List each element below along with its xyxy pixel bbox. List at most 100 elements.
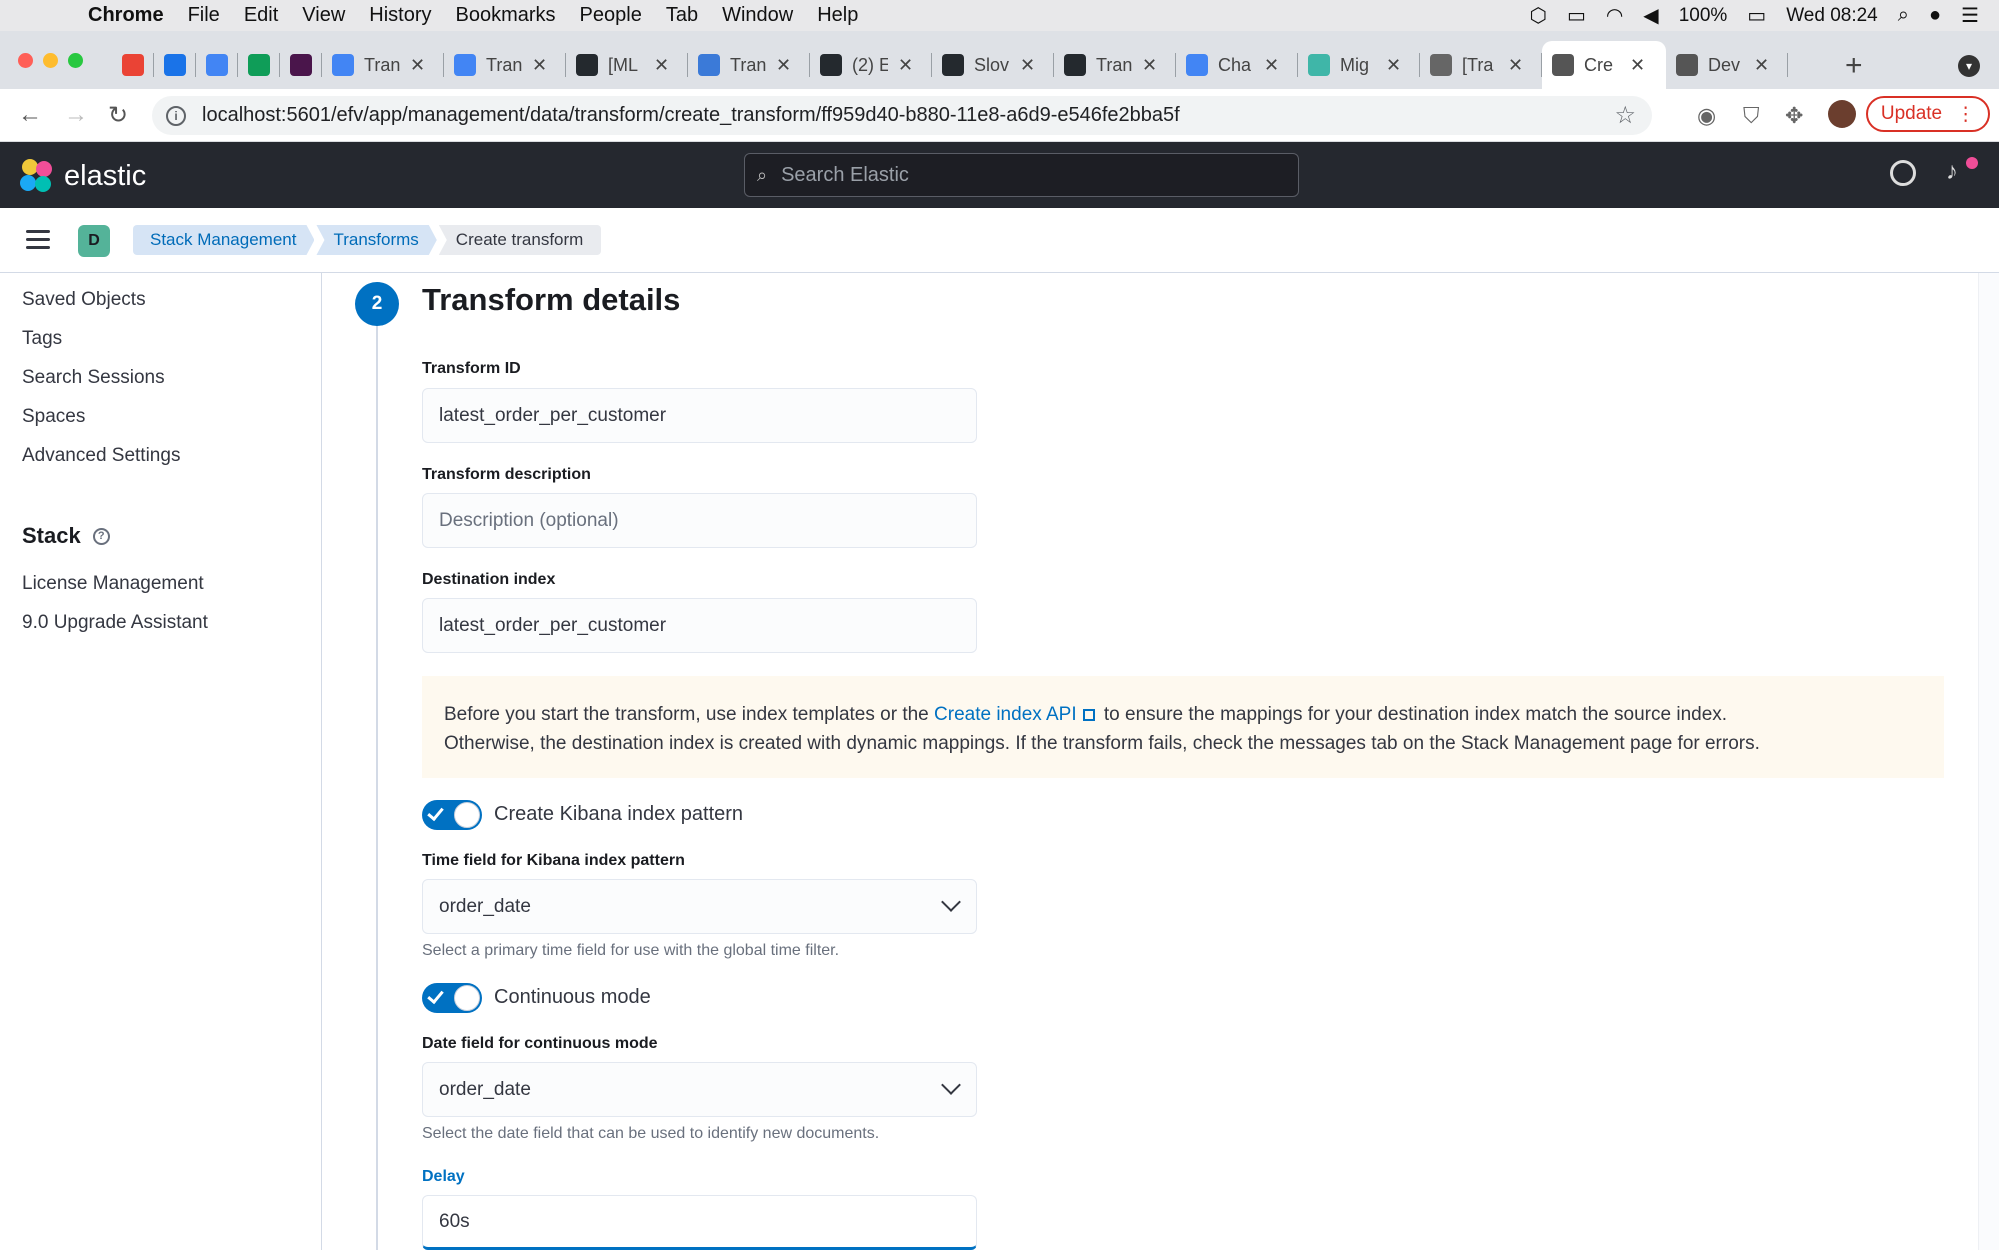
close-window-icon[interactable]	[18, 53, 33, 68]
search-icon: ⌕	[757, 164, 768, 185]
continuous-mode-switch[interactable]	[422, 983, 482, 1013]
clock[interactable]: Wed 08:24	[1786, 5, 1878, 27]
bookmark-star-icon[interactable]: ☆	[1614, 101, 1636, 130]
close-tab-icon[interactable]: ✕	[898, 55, 913, 76]
browser-tab[interactable]: Mig ✕	[1298, 41, 1420, 89]
browser-tab[interactable]: Cre ✕	[1542, 41, 1666, 89]
browser-tab[interactable]: (2) E ✕	[810, 41, 932, 89]
menu-item-edit[interactable]: Edit	[232, 4, 290, 27]
zoom-window-icon[interactable]	[68, 53, 83, 68]
newsfeed-icon[interactable]: ♪	[1946, 158, 1958, 186]
sidebar-item-saved-objects[interactable]: Saved Objects	[22, 289, 146, 311]
menu-item-people[interactable]: People	[568, 4, 654, 27]
url-field[interactable]: i localhost:5601/efv/app/management/data…	[152, 96, 1652, 135]
site-info-icon[interactable]: i	[166, 105, 186, 126]
browser-tab[interactable]: Cha ✕	[1176, 41, 1298, 89]
profile-avatar[interactable]	[1828, 100, 1856, 128]
destination-index-input[interactable]: latest_order_per_customer	[422, 598, 977, 653]
help-menu-icon[interactable]	[1890, 160, 1916, 186]
space-avatar[interactable]: D	[78, 225, 110, 257]
description-input[interactable]: Description (optional)	[422, 493, 977, 548]
forward-icon[interactable]: →	[64, 101, 88, 129]
browser-tab[interactable]	[280, 41, 322, 89]
scrollbar[interactable]	[1978, 273, 1999, 1250]
browser-tab[interactable]: Tran ✕	[1054, 41, 1176, 89]
delay-input[interactable]: 60s	[422, 1195, 977, 1250]
question-icon[interactable]: ?	[92, 527, 110, 545]
sidebar-item-license-management[interactable]: License Management	[22, 573, 204, 595]
app-name[interactable]: Chrome	[76, 4, 176, 27]
browser-tab[interactable]: [Tra ✕	[1420, 41, 1542, 89]
create-index-pattern-switch[interactable]	[422, 800, 482, 830]
minimize-window-icon[interactable]	[43, 53, 58, 68]
elastic-logo[interactable]: elastic	[20, 159, 146, 193]
close-tab-icon[interactable]: ✕	[1508, 55, 1523, 76]
close-tab-icon[interactable]: ✕	[776, 55, 791, 76]
continuous-mode-label[interactable]: Continuous mode	[494, 986, 651, 1009]
menu-item-window[interactable]: Window	[710, 4, 805, 27]
sidebar-item-advanced-settings[interactable]: Advanced Settings	[22, 445, 180, 467]
extension-me-icon[interactable]: ◉	[1697, 103, 1716, 129]
date-field-select[interactable]: order_date	[422, 1062, 977, 1117]
menu-item-tab[interactable]: Tab	[654, 4, 710, 27]
close-tab-icon[interactable]: ✕	[410, 55, 425, 76]
control-center-icon[interactable]: ☰	[1961, 3, 1979, 28]
close-tab-icon[interactable]: ✕	[1754, 55, 1769, 76]
breadcrumb-transforms[interactable]: Transforms	[316, 225, 436, 255]
breadcrumb-create-transform: Create transform	[438, 225, 602, 255]
create-index-api-link[interactable]: Create index API	[934, 704, 1077, 725]
time-field-select[interactable]: order_date	[422, 879, 977, 934]
breadcrumb: Stack Management Transforms Create trans…	[133, 225, 603, 255]
update-button[interactable]: Update ⋮	[1866, 96, 1990, 132]
close-tab-icon[interactable]: ✕	[1142, 55, 1157, 76]
nav-menu-icon[interactable]	[26, 230, 50, 254]
extensions-puzzle-icon[interactable]: ✥	[1785, 103, 1803, 129]
battery-icon[interactable]: ▭	[1747, 3, 1766, 28]
siri-icon[interactable]: ●	[1929, 4, 1941, 27]
close-tab-icon[interactable]: ✕	[1264, 55, 1279, 76]
more-menu-icon: ⋮	[1956, 103, 1976, 125]
browser-tab[interactable]	[238, 41, 280, 89]
tab-search-icon[interactable]: ▾	[1958, 55, 1980, 77]
browser-tab[interactable]: Dev ✕	[1666, 41, 1788, 89]
close-tab-icon[interactable]: ✕	[654, 55, 669, 76]
browser-tab[interactable]: [ML ✕	[566, 41, 688, 89]
sidebar-item-spaces[interactable]: Spaces	[22, 406, 85, 428]
menu-item-help[interactable]: Help	[805, 4, 870, 27]
back-icon[interactable]: ←	[18, 101, 42, 129]
create-index-pattern-label[interactable]: Create Kibana index pattern	[494, 803, 743, 826]
sidebar-item-search-sessions[interactable]: Search Sessions	[22, 367, 165, 389]
tab-title: Tran	[486, 54, 522, 75]
browser-tab[interactable]: Tran ✕	[688, 41, 810, 89]
menu-item-history[interactable]: History	[357, 4, 443, 27]
dropbox-icon[interactable]: ⬡	[1529, 3, 1546, 28]
menu-item-file[interactable]: File	[176, 4, 232, 27]
menu-item-bookmarks[interactable]: Bookmarks	[444, 4, 568, 27]
extension-shield-icon[interactable]: ⛉	[1743, 103, 1760, 129]
sidebar-item-upgrade-assistant[interactable]: 9.0 Upgrade Assistant	[22, 612, 208, 634]
browser-tab[interactable]	[154, 41, 196, 89]
volume-icon[interactable]: ◀	[1643, 3, 1658, 28]
spotlight-icon[interactable]: ⌕	[1898, 4, 1909, 27]
global-search-input[interactable]: ⌕ Search Elastic	[744, 153, 1299, 197]
transform-id-input[interactable]: latest_order_per_customer	[422, 388, 977, 443]
close-tab-icon[interactable]: ✕	[1020, 55, 1035, 76]
delay-value: 60s	[439, 1210, 470, 1232]
wifi-icon[interactable]: ◠	[1606, 3, 1623, 28]
airplay-icon[interactable]: ▭	[1567, 3, 1586, 28]
sidebar-item-tags[interactable]: Tags	[22, 328, 62, 350]
menu-item-view[interactable]: View	[290, 4, 357, 27]
close-tab-icon[interactable]: ✕	[532, 55, 547, 76]
reload-icon[interactable]: ↻	[108, 101, 128, 130]
browser-tab[interactable]: Slov ✕	[932, 41, 1054, 89]
browser-tab[interactable]: Tran ✕	[444, 41, 566, 89]
new-tab-icon[interactable]: +	[1845, 49, 1863, 83]
browser-tab[interactable]: Tran ✕	[322, 41, 444, 89]
browser-tab[interactable]	[196, 41, 238, 89]
close-tab-icon[interactable]: ✕	[1630, 55, 1645, 76]
destination-index-label: Destination index	[422, 571, 556, 588]
browser-tab[interactable]	[112, 41, 154, 89]
app-icon	[1308, 54, 1330, 76]
breadcrumb-stack-management[interactable]: Stack Management	[133, 225, 314, 255]
close-tab-icon[interactable]: ✕	[1386, 55, 1401, 76]
